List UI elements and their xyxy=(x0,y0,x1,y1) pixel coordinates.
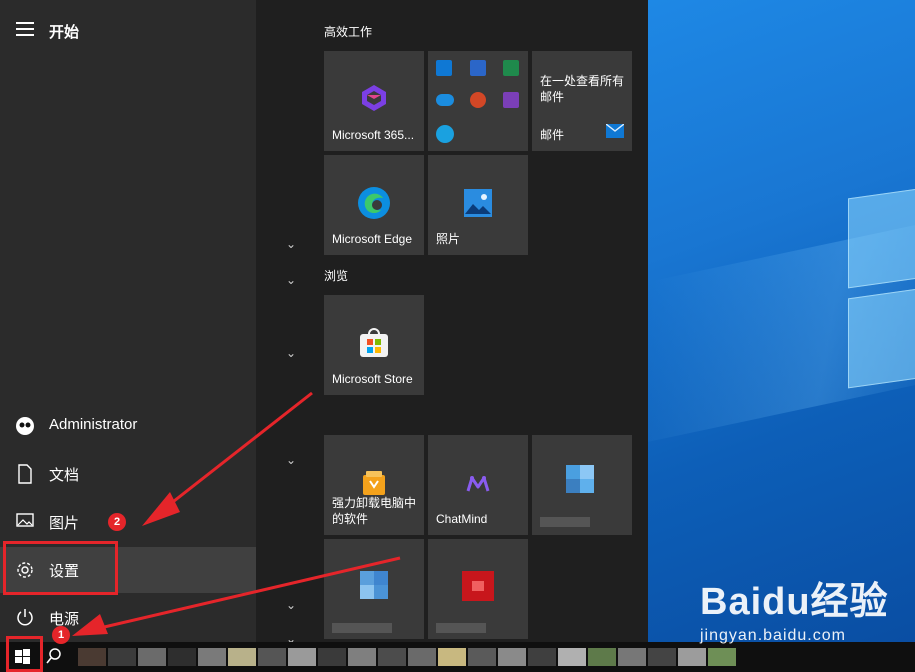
tile-label: Microsoft 365... xyxy=(332,128,415,142)
search-icon[interactable] xyxy=(44,647,64,667)
start-menu-title: 开始 xyxy=(49,24,80,41)
photos-icon xyxy=(463,188,493,223)
blurred-icon xyxy=(566,465,580,479)
tile-label: ChatMind xyxy=(436,512,488,526)
word-icon xyxy=(470,60,486,76)
step-badge-2: 2 xyxy=(108,513,126,531)
baidu-watermark: Baidu经验 jingyan.baidu.com xyxy=(700,570,889,645)
chevron-down-icon[interactable]: ⌄ xyxy=(286,346,296,360)
tile-label: 强力卸载电脑中的软件 xyxy=(332,496,417,526)
wallpaper-windows-logo xyxy=(848,182,915,399)
user-avatar-icon xyxy=(15,416,35,436)
chatmind-icon xyxy=(466,475,490,498)
rail-item-pictures[interactable]: 图片 xyxy=(0,499,256,545)
watermark-url: jingyan.baidu.com xyxy=(700,627,846,644)
tile-label: 邮件 xyxy=(540,128,565,142)
hamburger-menu-icon[interactable] xyxy=(16,22,34,38)
tile-microsoft-365[interactable]: Microsoft 365... xyxy=(324,51,424,151)
rail-item-label: 图片 xyxy=(49,515,80,532)
excel-icon xyxy=(503,60,519,76)
tile-office-apps[interactable] xyxy=(428,51,528,151)
onenote-icon xyxy=(503,92,519,108)
chevron-down-icon[interactable]: ⌄ xyxy=(286,237,296,251)
tile-label: Microsoft Store xyxy=(332,372,413,386)
tile-uninstaller[interactable]: 强力卸载电脑中的软件 xyxy=(324,435,424,535)
store-bag-icon xyxy=(358,327,390,364)
tile-microsoft-edge[interactable]: Microsoft Edge xyxy=(324,155,424,255)
onedrive-icon xyxy=(436,94,454,106)
rail-item-label: 文档 xyxy=(49,467,80,484)
picture-icon xyxy=(15,512,35,532)
outlook-icon xyxy=(436,60,452,76)
mail-preview-text: 在一处查看所有邮件 xyxy=(540,74,625,104)
tile-mail[interactable]: 在一处查看所有邮件 邮件 xyxy=(532,51,632,151)
tile-blurred-app[interactable] xyxy=(324,539,424,639)
tile-blurred-app[interactable] xyxy=(428,539,528,639)
skype-icon xyxy=(436,125,454,143)
desktop-wallpaper xyxy=(648,0,915,642)
document-icon xyxy=(15,464,35,484)
highlight-box-settings xyxy=(3,541,118,595)
watermark-brand: Baidu经验 xyxy=(700,581,889,623)
tile-label: 照片 xyxy=(436,232,461,246)
highlight-box-start-button xyxy=(6,636,43,672)
taskbar xyxy=(0,642,915,672)
app-list-collapsed xyxy=(256,0,312,642)
chevron-down-icon[interactable]: ⌄ xyxy=(286,273,296,287)
taskbar-app-icons-blurred xyxy=(78,648,736,666)
edge-icon xyxy=(357,186,391,225)
chevron-down-icon[interactable]: ⌄ xyxy=(286,598,296,612)
tile-blurred-app[interactable] xyxy=(532,435,632,535)
step-badge-1: 1 xyxy=(52,626,70,644)
tile-chatmind[interactable]: ChatMind xyxy=(428,435,528,535)
rail-item-administrator[interactable]: Administrator xyxy=(0,403,256,449)
tile-photos[interactable]: 照片 xyxy=(428,155,528,255)
chevron-down-icon[interactable]: ⌄ xyxy=(286,453,296,467)
tile-group-title: 高效工作 xyxy=(324,25,373,39)
tile-microsoft-store[interactable]: Microsoft Store xyxy=(324,295,424,395)
rail-item-documents[interactable]: 文档 xyxy=(0,451,256,497)
rail-item-label: Administrator xyxy=(49,416,138,433)
blurred-icon xyxy=(360,571,374,585)
tile-label: Microsoft Edge xyxy=(332,232,413,246)
mail-envelope-icon xyxy=(605,123,625,143)
powerpoint-icon xyxy=(470,92,486,108)
tile-group-title: 浏览 xyxy=(324,269,349,283)
microsoft-365-icon xyxy=(359,83,389,118)
rail-item-power[interactable]: 电源 xyxy=(0,595,256,641)
power-icon xyxy=(15,608,35,628)
